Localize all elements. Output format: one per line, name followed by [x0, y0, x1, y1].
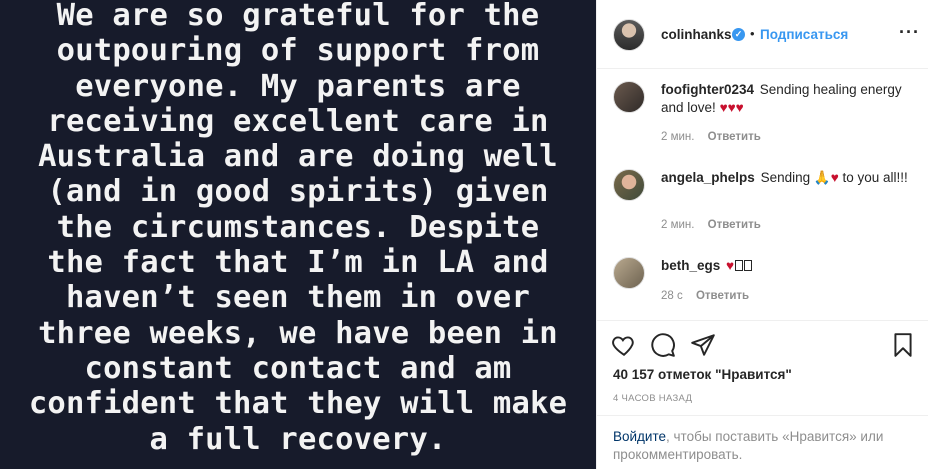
heart-emoji: ♥: [830, 170, 839, 185]
comment-meta: 2 мин. Ответить: [661, 131, 761, 143]
author-username[interactable]: colinhanks: [661, 27, 732, 42]
reply-button[interactable]: Ответить: [708, 131, 761, 143]
login-link[interactable]: Войдите: [613, 429, 666, 444]
unsupported-emoji-icon: [735, 260, 744, 271]
verified-icon: ✓: [732, 28, 745, 41]
login-text: Войдите, чтобы поставить «Нравится» или …: [613, 428, 913, 464]
comment-time: 2 мин.: [661, 219, 695, 231]
reply-button[interactable]: Ответить: [708, 219, 761, 231]
post-image-text: We are so grateful for the outpouring of…: [28, 0, 568, 457]
commenter-avatar[interactable]: [613, 169, 645, 201]
post-timestamp: 4 ЧАСОВ НАЗАД: [613, 393, 693, 404]
login-prompt: Войдите, чтобы поставить «Нравится» или …: [597, 415, 928, 469]
unsupported-emoji-icon: [744, 260, 753, 271]
author-avatar[interactable]: [613, 19, 645, 51]
commenter-avatar[interactable]: [613, 257, 645, 289]
follow-button[interactable]: Подписаться: [760, 27, 848, 42]
comment-username[interactable]: foofighter0234: [661, 82, 754, 97]
comment-meta: 28 с Ответить: [661, 290, 749, 302]
separator-dot: •: [750, 26, 755, 41]
comment-username[interactable]: angela_phelps: [661, 170, 755, 185]
comment-time: 28 с: [661, 290, 683, 302]
heart-emoji: ♥♥♥: [719, 100, 744, 115]
post-side-panel: colinhanks ✓ • Подписаться ··· foofighte…: [596, 0, 928, 469]
reply-button[interactable]: Ответить: [696, 290, 749, 302]
bookmark-icon[interactable]: [890, 332, 916, 358]
comment-time: 2 мин.: [661, 131, 695, 143]
comment-icon[interactable]: [650, 332, 676, 358]
comment-meta: 2 мин. Ответить: [661, 219, 761, 231]
heart-icon[interactable]: [611, 332, 637, 358]
comment-text: Sending: [760, 170, 811, 185]
post-image: We are so grateful for the outpouring of…: [0, 0, 596, 469]
comment-body: angela_phelps Sending 🙏♥ to you all!!!: [661, 169, 911, 187]
commenter-avatar[interactable]: [613, 81, 645, 113]
share-icon[interactable]: [690, 332, 716, 358]
post-actions: 40 157 отметок "Нравится" 4 ЧАСОВ НАЗАД: [597, 320, 928, 420]
heart-emoji: ♥: [726, 258, 735, 273]
more-icon[interactable]: ···: [899, 22, 920, 43]
comment-body: foofighter0234 Sending healing energy an…: [661, 81, 911, 117]
comments-list: foofighter0234 Sending healing energy an…: [597, 70, 928, 320]
comment-username[interactable]: beth_egs: [661, 258, 720, 273]
comment-body: beth_egs ♥: [661, 257, 911, 275]
praying-hands-emoji: 🙏: [813, 170, 831, 185]
post-header: colinhanks ✓ • Подписаться ···: [597, 0, 928, 69]
comment-text: to you all!!!: [842, 170, 908, 185]
likes-count[interactable]: 40 157 отметок "Нравится": [613, 367, 792, 382]
